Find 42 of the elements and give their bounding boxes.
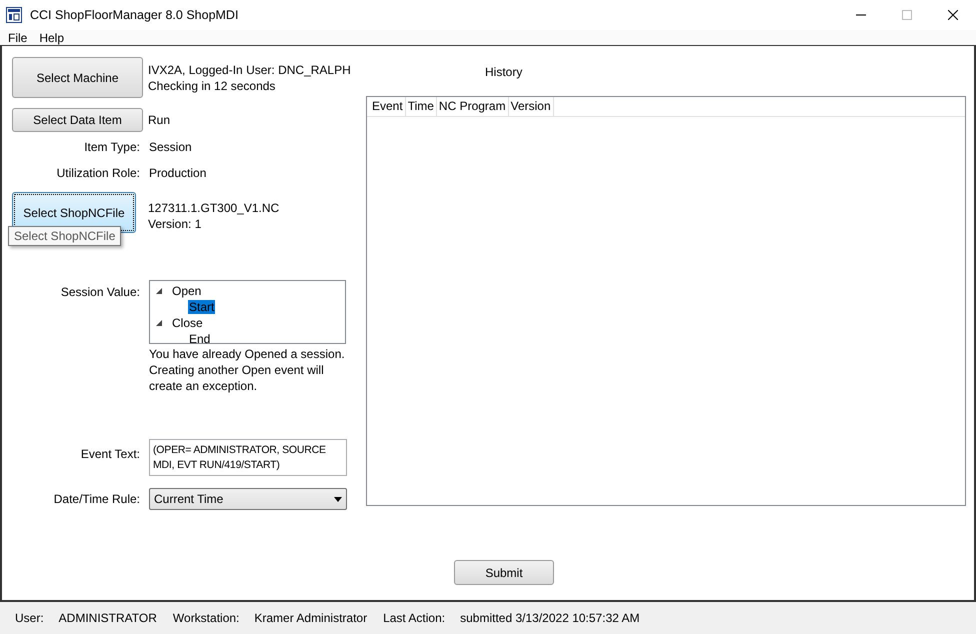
- app-icon: [6, 7, 22, 23]
- date-time-rule-dropdown[interactable]: Current Time: [149, 488, 347, 510]
- window-title: CCI ShopFloorManager 8.0 ShopMDI: [30, 8, 238, 22]
- status-label: User:: [15, 611, 44, 625]
- menu-item[interactable]: Help: [39, 30, 64, 44]
- status-value: Kramer Administrator: [254, 611, 368, 625]
- tooltip: Select ShopNCFile: [8, 226, 122, 246]
- select-data-item-button[interactable]: Select Data Item: [12, 108, 143, 132]
- select-machine-button[interactable]: Select Machine: [12, 57, 143, 98]
- history-title: History: [485, 65, 524, 81]
- machine-status-text: Checking in 12 seconds: [148, 78, 276, 94]
- nc-file-info: Version: 1: [148, 216, 202, 232]
- field-value: Production: [149, 165, 206, 182]
- field-label: Event Text:: [80, 446, 140, 461]
- column-header[interactable]: NC Program: [436, 97, 509, 116]
- nc-file-info: 127311.1.GT300_V1.NC: [148, 200, 280, 216]
- event-text-field[interactable]: (OPER= ADMINISTRATOR, SOURCE MDI, EVT RUN/419/START): [149, 439, 347, 476]
- expanded-triangle-icon[interactable]: [156, 288, 162, 294]
- status-value: ADMINISTRATOR: [58, 611, 157, 625]
- tree-item[interactable]: Start: [188, 300, 216, 314]
- machine-status-text: IVX2A, Logged-In User: DNC_RALPH: [148, 62, 351, 78]
- status-label: Last Action:: [383, 611, 446, 625]
- field-label: Session Value:: [60, 284, 140, 299]
- tree-item[interactable]: Open: [171, 284, 202, 298]
- tree-item[interactable]: End: [188, 332, 212, 346]
- menu-item[interactable]: File: [8, 30, 28, 44]
- status-label: Workstation:: [172, 611, 240, 625]
- column-header[interactable]: Event: [370, 97, 406, 116]
- warning-message: You have already Opened a session. Creating another Open event will create an exception.: [149, 346, 346, 394]
- field-label: Utilization Role:: [56, 166, 140, 180]
- field-label: Item Type:: [83, 140, 140, 154]
- data-item-value: Run: [148, 112, 170, 129]
- column-header[interactable]: Time: [406, 97, 437, 116]
- field-label: Date/Time Rule:: [52, 492, 140, 506]
- tree-item[interactable]: Close: [171, 316, 204, 330]
- expanded-triangle-icon[interactable]: [156, 320, 162, 326]
- column-header[interactable]: Version: [508, 97, 554, 116]
- field-value: Session: [149, 139, 192, 156]
- submit-button[interactable]: Submit: [454, 560, 554, 585]
- status-value: submitted 3/13/2022 10:57:32 AM: [460, 611, 640, 625]
- dropdown-caret-icon: [334, 496, 342, 502]
- close-icon[interactable]: [948, 10, 958, 20]
